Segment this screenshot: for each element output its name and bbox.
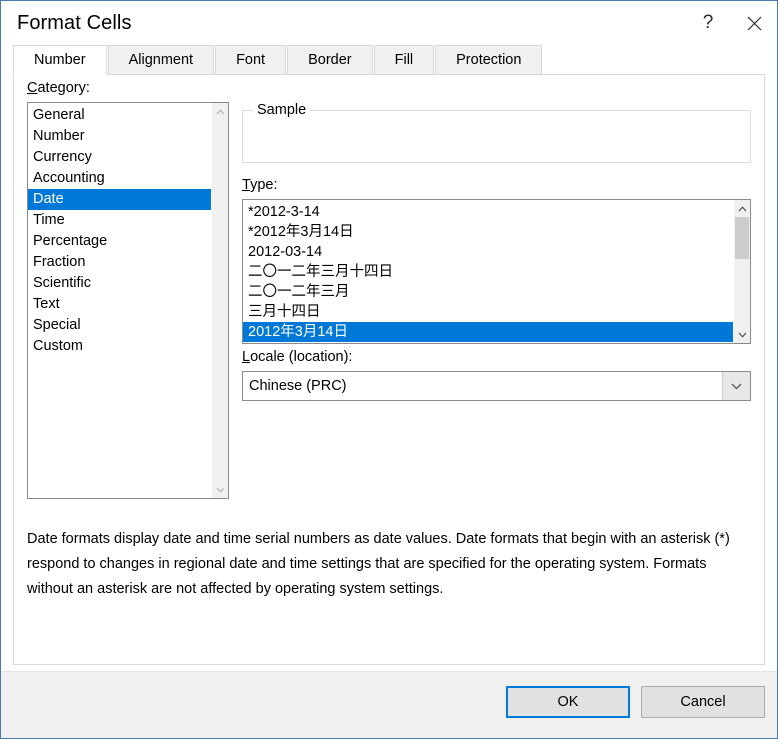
category-scrollbar[interactable] bbox=[211, 103, 228, 498]
tab-label: Number bbox=[34, 52, 86, 68]
tab-label: Protection bbox=[456, 52, 522, 68]
category-scroll-down-button[interactable] bbox=[212, 481, 229, 498]
type-item-0[interactable]: *2012-3-14 bbox=[243, 202, 733, 222]
category-item-number[interactable]: Number bbox=[28, 126, 211, 147]
tab-number[interactable]: Number bbox=[13, 45, 107, 75]
category-label-rest: ategory: bbox=[37, 80, 90, 96]
tab-protection[interactable]: Protection bbox=[435, 45, 543, 74]
type-scroll-thumb[interactable] bbox=[735, 217, 749, 259]
locale-combobox[interactable]: Chinese (PRC) bbox=[242, 371, 751, 401]
category-item-date[interactable]: Date bbox=[28, 189, 211, 210]
tab-font[interactable]: Font bbox=[215, 45, 287, 74]
category-label: Category: bbox=[27, 80, 90, 96]
chevron-up-icon bbox=[216, 108, 224, 114]
description-text: Date formats display date and time seria… bbox=[27, 531, 730, 597]
tab-label: Border bbox=[308, 52, 352, 68]
chevron-down-icon bbox=[216, 487, 224, 493]
title-bar: Format Cells ? bbox=[1, 1, 777, 45]
tab-alignment[interactable]: Alignment bbox=[107, 45, 215, 74]
tab-border[interactable]: Border bbox=[287, 45, 373, 74]
page-title: Format Cells bbox=[17, 11, 132, 34]
question-mark-icon: ? bbox=[702, 12, 714, 33]
sample-legend: Sample bbox=[253, 102, 311, 118]
type-item-2[interactable]: 2012-03-14 bbox=[243, 242, 733, 262]
number-tab-panel: Category: General Number Currency Accoun… bbox=[13, 74, 765, 665]
format-cells-dialog: Format Cells ? Number Alignment Font Bor… bbox=[0, 0, 778, 739]
tab-label: Alignment bbox=[128, 52, 194, 68]
category-item-fraction[interactable]: Fraction bbox=[28, 252, 211, 273]
category-listbox[interactable]: General Number Currency Accounting Date … bbox=[27, 102, 229, 499]
category-item-special[interactable]: Special bbox=[28, 315, 211, 336]
locale-selected-value: Chinese (PRC) bbox=[249, 378, 347, 394]
tab-fill[interactable]: Fill bbox=[373, 45, 435, 74]
category-scroll-track[interactable] bbox=[212, 120, 228, 481]
category-item-custom[interactable]: Custom bbox=[28, 336, 211, 357]
type-item-1[interactable]: *2012年3月14日 bbox=[243, 222, 733, 242]
tab-strip: Number Alignment Font Border Fill Protec… bbox=[1, 45, 777, 75]
chevron-down-icon bbox=[738, 332, 746, 338]
category-item-text[interactable]: Text bbox=[28, 294, 211, 315]
chevron-up-icon bbox=[738, 205, 746, 211]
ok-button[interactable]: OK bbox=[506, 686, 630, 718]
help-button[interactable]: ? bbox=[685, 1, 731, 45]
type-label: Type: bbox=[242, 177, 277, 193]
category-list[interactable]: General Number Currency Accounting Date … bbox=[28, 103, 211, 498]
chevron-down-icon bbox=[731, 383, 742, 390]
type-label-accel: T bbox=[242, 177, 251, 193]
type-listbox[interactable]: *2012-3-14 *2012年3月14日 2012-03-14 二〇一二年三… bbox=[242, 199, 751, 344]
category-item-time[interactable]: Time bbox=[28, 210, 211, 231]
type-scrollbar[interactable] bbox=[733, 200, 750, 343]
type-item-5[interactable]: 三月十四日 bbox=[243, 302, 733, 322]
locale-label: Locale (location): bbox=[242, 349, 352, 365]
type-list[interactable]: *2012-3-14 *2012年3月14日 2012-03-14 二〇一二年三… bbox=[243, 200, 733, 343]
category-item-currency[interactable]: Currency bbox=[28, 147, 211, 168]
type-scroll-up-button[interactable] bbox=[734, 200, 751, 217]
type-scroll-down-button[interactable] bbox=[734, 326, 751, 343]
cancel-button[interactable]: Cancel bbox=[641, 686, 765, 718]
close-icon bbox=[747, 16, 761, 30]
type-scroll-track[interactable] bbox=[734, 217, 750, 326]
dialog-footer: OK Cancel bbox=[1, 671, 777, 738]
category-item-percentage[interactable]: Percentage bbox=[28, 231, 211, 252]
type-item-6[interactable]: 2012年3月14日 bbox=[243, 322, 733, 342]
category-scroll-up-button[interactable] bbox=[212, 103, 229, 120]
category-item-accounting[interactable]: Accounting bbox=[28, 168, 211, 189]
type-label-rest: ype: bbox=[250, 177, 278, 193]
close-button[interactable] bbox=[731, 1, 777, 45]
category-label-accel: C bbox=[27, 80, 38, 96]
locale-label-rest: ocale (location): bbox=[250, 349, 353, 365]
sample-group: Sample bbox=[242, 102, 751, 163]
category-item-general[interactable]: General bbox=[28, 105, 211, 126]
category-item-scientific[interactable]: Scientific bbox=[28, 273, 211, 294]
tab-label: Font bbox=[236, 52, 266, 68]
window-controls: ? bbox=[685, 1, 777, 45]
locale-label-accel: L bbox=[242, 349, 251, 365]
locale-dropdown-button[interactable] bbox=[722, 372, 750, 400]
type-item-4[interactable]: 二〇一二年三月 bbox=[243, 282, 733, 302]
type-item-3[interactable]: 二〇一二年三月十四日 bbox=[243, 262, 733, 282]
tab-label: Fill bbox=[394, 52, 414, 68]
